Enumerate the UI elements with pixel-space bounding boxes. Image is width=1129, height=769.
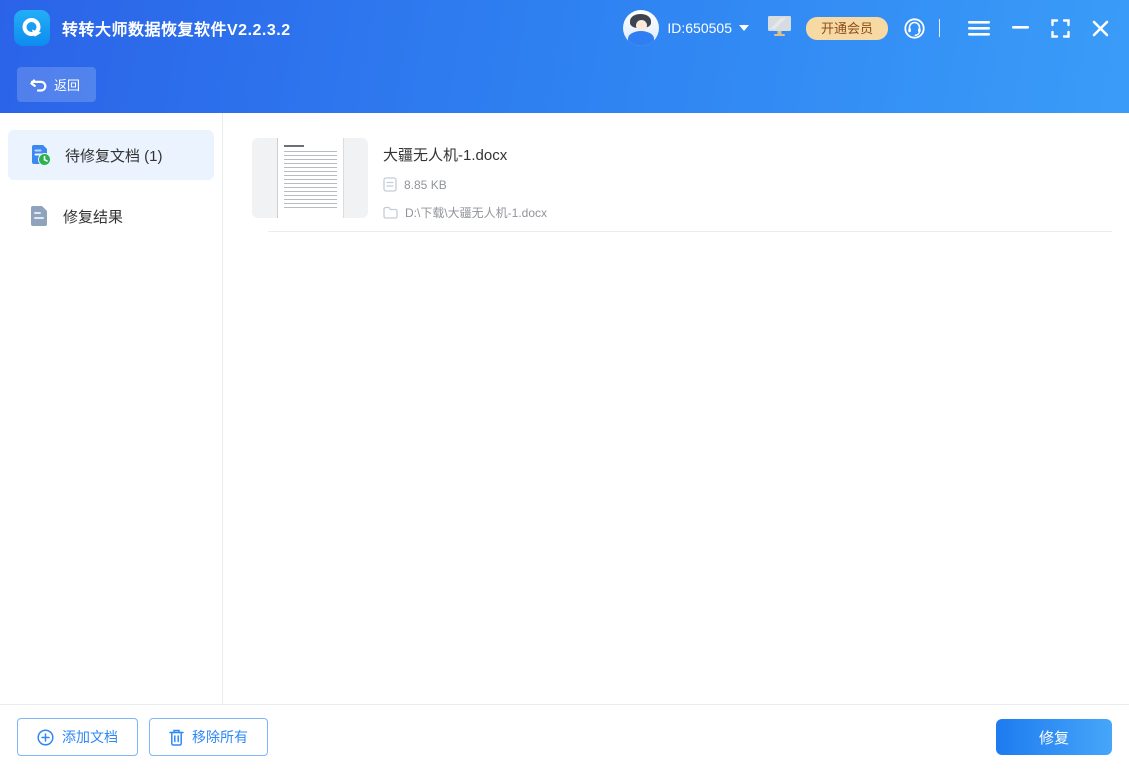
app-title: 转转大师数据恢复软件V2.2.3.2 [62, 16, 291, 40]
back-arrow-icon [30, 77, 47, 92]
close-icon[interactable] [1086, 16, 1115, 41]
user-id: ID:650505 [667, 20, 732, 36]
back-button[interactable]: 返回 [17, 67, 96, 102]
headset-icon[interactable] [902, 16, 927, 41]
file-size-row: 8.85 KB [383, 177, 547, 192]
file-size-icon [383, 177, 397, 192]
toolbar-divider [939, 19, 940, 37]
file-size: 8.85 KB [404, 178, 447, 192]
minimize-icon[interactable] [1006, 22, 1035, 34]
chevron-down-icon[interactable] [739, 25, 749, 31]
sidebar-item-pending-docs[interactable]: 待修复文档 (1) [8, 130, 214, 180]
hamburger-menu-icon[interactable] [962, 16, 996, 40]
footer-bar: 添加文档 移除所有 修复 [0, 704, 1129, 769]
file-thumbnail [252, 138, 368, 218]
app-logo-icon [14, 10, 50, 46]
file-list: 大疆无人机-1.docx 8.85 KB [223, 113, 1129, 704]
folder-icon [383, 206, 398, 219]
file-item[interactable]: 大疆无人机-1.docx 8.85 KB [252, 138, 1112, 221]
sidebar-item-label: 修复结果 [63, 206, 123, 227]
maximize-icon[interactable] [1045, 15, 1076, 42]
vip-button[interactable]: 开通会员 [806, 17, 888, 40]
monitor-icon[interactable] [767, 15, 792, 42]
remove-all-button[interactable]: 移除所有 [149, 718, 268, 756]
sub-header: 返回 [0, 56, 1129, 113]
file-path: D:\下载\大疆无人机-1.docx [405, 204, 547, 221]
header: 转转大师数据恢复软件V2.2.3.2 ID:650505 开通会员 [0, 0, 1129, 113]
sidebar: 待修复文档 (1) 修复结果 [0, 113, 223, 704]
add-circle-icon [37, 729, 54, 746]
file-name: 大疆无人机-1.docx [383, 144, 547, 165]
result-doc-icon [29, 205, 49, 227]
add-document-label: 添加文档 [62, 727, 118, 747]
list-divider [268, 231, 1112, 232]
file-path-row: D:\下载\大疆无人机-1.docx [383, 204, 547, 221]
sidebar-item-repair-results[interactable]: 修复结果 [8, 191, 214, 241]
content: 待修复文档 (1) 修复结果 大疆无人机-1.docx [0, 113, 1129, 704]
add-document-button[interactable]: 添加文档 [17, 718, 138, 756]
trash-icon [169, 729, 184, 746]
sidebar-item-label: 待修复文档 (1) [65, 145, 163, 166]
title-bar: 转转大师数据恢复软件V2.2.3.2 ID:650505 开通会员 [0, 0, 1129, 56]
back-button-label: 返回 [54, 75, 80, 94]
remove-all-label: 移除所有 [192, 727, 248, 747]
pending-doc-icon [29, 144, 51, 166]
repair-button[interactable]: 修复 [996, 719, 1112, 755]
avatar[interactable] [623, 10, 659, 46]
